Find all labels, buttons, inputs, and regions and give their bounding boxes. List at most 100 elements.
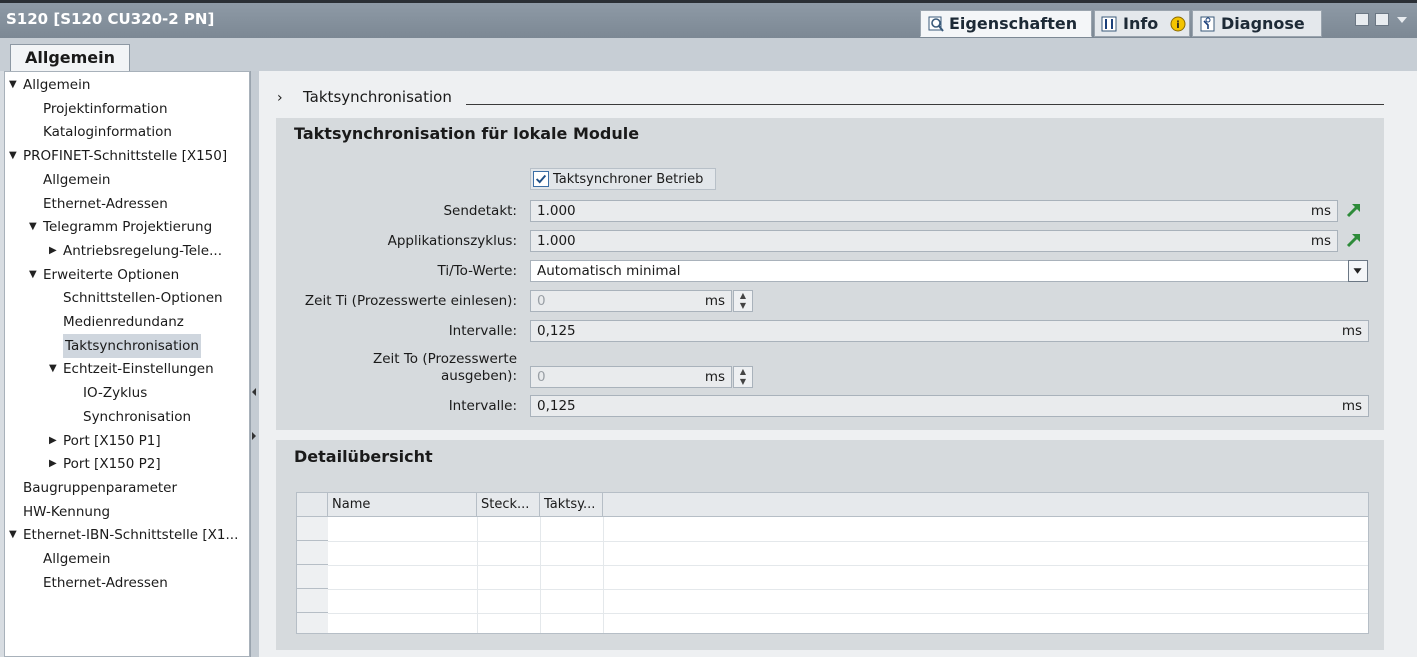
- tree-item[interactable]: Synchronisation: [69, 406, 191, 428]
- table-row[interactable]: [297, 589, 328, 613]
- goto-arrow-icon[interactable]: [1345, 231, 1363, 249]
- spin-up-icon[interactable]: ▲: [734, 367, 752, 377]
- applikationszyklus-value: 1.000: [537, 233, 576, 249]
- tree-item[interactable]: ▼ Allgemein: [9, 74, 90, 96]
- restore-icon[interactable]: [1355, 13, 1369, 26]
- tree-item[interactable]: Medienredundanz: [49, 311, 184, 333]
- tab-allgemein[interactable]: Allgemein: [10, 44, 130, 72]
- tree-item[interactable]: Taktsynchronisation: [49, 333, 201, 358]
- goto-arrow-icon[interactable]: [1345, 201, 1363, 219]
- expand-right-icon[interactable]: ▶: [49, 240, 63, 262]
- tab-diagnose[interactable]: Diagnose: [1192, 10, 1322, 37]
- applikationszyklus-field[interactable]: 1.000 ms: [530, 230, 1338, 252]
- table-row[interactable]: [297, 613, 328, 633]
- column-header-taktsy[interactable]: Taktsy...: [540, 493, 603, 517]
- tree-item[interactable]: ▼ Ethernet-IBN-Schnittstelle [X1...: [9, 524, 238, 546]
- intervalle1-field[interactable]: 0,125 ms: [530, 320, 1369, 342]
- tree-item[interactable]: Ethernet-Adressen: [29, 193, 168, 215]
- checkbox-label: Taktsynchroner Betrieb: [553, 171, 704, 187]
- tree-item[interactable]: ▼ PROFINET-Schnittstelle [X150]: [9, 145, 227, 167]
- expand-down-icon[interactable]: ▼: [9, 74, 23, 96]
- tab-info-label: Info: [1123, 14, 1159, 33]
- tree-item[interactable]: HW-Kennung: [9, 501, 110, 523]
- tab-info[interactable]: Info i: [1094, 10, 1190, 37]
- intervalle2-value: 0,125: [537, 398, 576, 414]
- breadcrumb-chevron-icon: ›: [277, 90, 283, 106]
- zeit-to-field[interactable]: 0 ms: [530, 366, 732, 388]
- diagnose-icon: [1200, 16, 1215, 31]
- breadcrumb: Taktsynchronisation: [303, 88, 452, 106]
- tree-item[interactable]: ▶ Antriebsregelung-Tele...: [49, 240, 222, 262]
- detail-section-title: Detailübersicht: [294, 447, 433, 466]
- tree-item[interactable]: Kataloginformation: [29, 121, 172, 143]
- menu-icon[interactable]: [1395, 13, 1409, 26]
- detail-table[interactable]: Name Steck... Taktsy...: [296, 492, 1369, 634]
- tito-select[interactable]: Automatisch minimal: [530, 260, 1350, 282]
- expand-down-icon[interactable]: ▼: [9, 524, 23, 546]
- properties-icon: [928, 16, 944, 32]
- checkbox-checked-icon: [533, 171, 549, 187]
- spin-down-icon[interactable]: ▼: [734, 377, 752, 387]
- taktsynchron-checkbox[interactable]: Taktsynchroner Betrieb: [530, 168, 716, 190]
- tree-item-label: Kataloginformation: [43, 124, 172, 141]
- column-divider: [477, 517, 478, 633]
- expand-down-icon[interactable]: ▼: [29, 264, 43, 286]
- spin-down-icon[interactable]: ▼: [734, 301, 752, 311]
- expand-right-icon[interactable]: ▶: [49, 453, 63, 475]
- tree-item-label: HW-Kennung: [23, 503, 111, 520]
- column-divider: [540, 517, 541, 633]
- tree-item[interactable]: ▶ Port [X150 P2]: [49, 453, 161, 475]
- sendetakt-field[interactable]: 1.000 ms: [530, 200, 1338, 222]
- info-icon: [1101, 16, 1117, 31]
- tree-item[interactable]: Ethernet-Adressen: [29, 572, 168, 594]
- column-header-steck[interactable]: Steck...: [477, 493, 540, 517]
- tree-item[interactable]: IO-Zyklus: [69, 382, 147, 404]
- tree-item-label: Antriebsregelung-Tele...: [63, 242, 222, 259]
- zeit-to-label: Zeit To (Prozesswerte ausgeben):: [257, 351, 517, 385]
- tree-item-label: Port [X150 P1]: [63, 432, 161, 449]
- table-row[interactable]: [297, 565, 328, 589]
- minimize-icon[interactable]: [1375, 13, 1389, 26]
- tree-item-label: Echtzeit-Einstellungen: [63, 361, 214, 378]
- column-header-name[interactable]: Name: [328, 493, 477, 517]
- zeit-ti-spinner[interactable]: ▲ ▼: [733, 290, 753, 312]
- tree-item[interactable]: ▼ Echtzeit-Einstellungen: [49, 358, 214, 380]
- tree-item-label: Synchronisation: [83, 408, 192, 425]
- tree-item-label: Ethernet-Adressen: [43, 195, 168, 212]
- tree-item-label: Telegramm Projektierung: [43, 219, 213, 236]
- table-row[interactable]: [297, 541, 328, 565]
- tree-item-label: Taktsynchronisation: [63, 333, 201, 358]
- tree-item[interactable]: Projektinformation: [29, 98, 168, 120]
- tree-item[interactable]: ▼ Erweiterte Optionen: [29, 264, 179, 286]
- row-divider: [328, 613, 1368, 614]
- tab-eigenschaften[interactable]: Eigenschaften: [920, 10, 1092, 37]
- tito-dropdown-button[interactable]: [1348, 260, 1368, 282]
- splitter-arrows-icon[interactable]: [251, 380, 257, 450]
- expand-down-icon[interactable]: ▼: [29, 216, 43, 238]
- zeit-to-label-line1: Zeit To (Prozesswerte: [372, 351, 517, 367]
- table-header: Name Steck... Taktsy...: [297, 493, 1368, 517]
- spin-up-icon[interactable]: ▲: [734, 291, 752, 301]
- intervalle1-unit: ms: [1341, 323, 1362, 339]
- expand-down-icon[interactable]: ▼: [9, 145, 23, 167]
- window-controls: [1355, 13, 1409, 26]
- zeit-ti-field[interactable]: 0 ms: [530, 290, 732, 312]
- zeit-ti-unit: ms: [704, 293, 725, 309]
- tree-item[interactable]: Allgemein: [29, 548, 110, 570]
- tree-item-label: Ethernet-IBN-Schnittstelle [X1...: [23, 527, 239, 544]
- row-divider: [328, 565, 1368, 566]
- table-row[interactable]: [297, 517, 328, 541]
- svg-text:i: i: [1177, 20, 1180, 31]
- applikationszyklus-label: Applikationszyklus:: [387, 233, 517, 249]
- expand-down-icon[interactable]: ▼: [49, 358, 63, 380]
- row-header-corner: [297, 493, 328, 517]
- expand-right-icon[interactable]: ▶: [49, 430, 63, 452]
- intervalle2-field[interactable]: 0,125 ms: [530, 395, 1369, 417]
- tree-item[interactable]: Schnittstellen-Optionen: [49, 287, 223, 309]
- tree-item-label: Baugruppenparameter: [23, 479, 178, 496]
- tree-item[interactable]: Allgemein: [29, 169, 110, 191]
- tree-item[interactable]: Baugruppenparameter: [9, 477, 177, 499]
- tree-item[interactable]: ▼ Telegramm Projektierung: [29, 216, 212, 238]
- zeit-to-spinner[interactable]: ▲ ▼: [733, 366, 753, 388]
- tree-item[interactable]: ▶ Port [X150 P1]: [49, 430, 161, 452]
